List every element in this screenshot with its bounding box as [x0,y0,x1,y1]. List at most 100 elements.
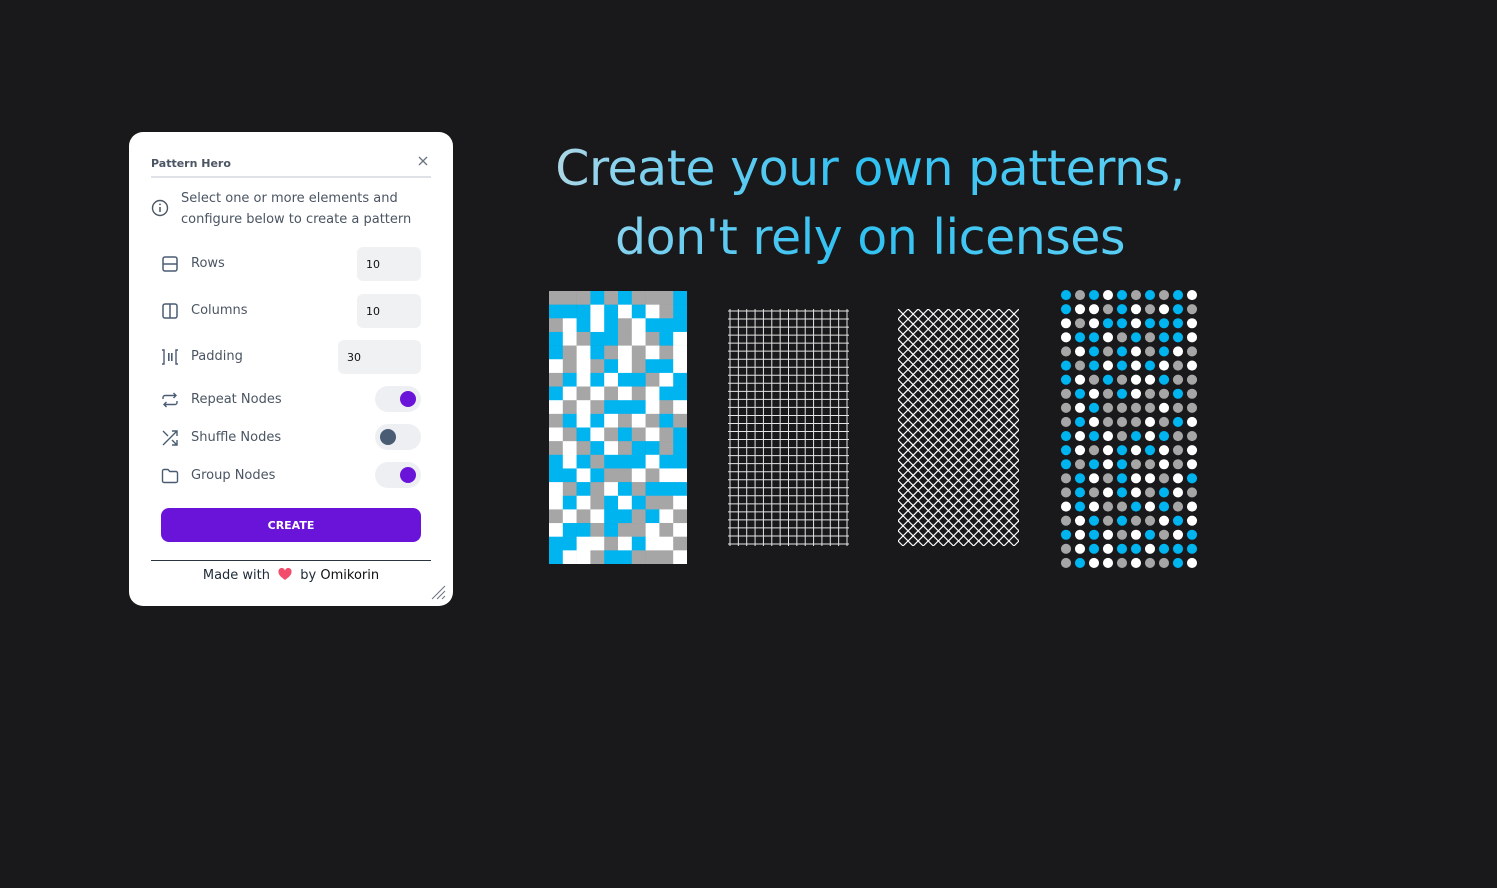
shuffle-nodes-toggle[interactable] [375,424,421,450]
square-cell [631,495,646,510]
square-cell [590,536,605,551]
dot [1116,445,1128,456]
dot [1144,473,1156,484]
square-cell [618,304,633,319]
square-cell [631,454,646,469]
square-cell [645,359,660,374]
panel-title: Pattern Hero [151,157,231,170]
info-row: Select one or more elements and configur… [151,188,441,232]
dot [1144,304,1156,315]
dot [1172,402,1184,413]
dot [1102,557,1114,568]
square-cell [618,359,633,374]
dot [1074,487,1086,498]
dot [1074,543,1086,554]
columns-icon [162,303,178,319]
dot [1158,318,1170,329]
dot [1144,346,1156,357]
squares-pattern [549,291,687,564]
dot [1060,501,1072,512]
dot [1130,501,1142,512]
resize-handle-icon[interactable] [430,584,446,600]
square-cell [604,454,619,469]
create-button[interactable]: CREATE [161,508,421,542]
square-cell [562,468,577,483]
square-cell [562,454,577,469]
repeat-nodes-toggle[interactable] [375,386,421,412]
dot [1144,290,1156,301]
rows-input[interactable] [357,247,421,281]
square-cell [576,441,591,456]
shuffle-nodes-label: Shuffle Nodes [191,430,282,445]
square-cell [673,372,687,387]
columns-label: Columns [191,303,248,318]
dot [1088,515,1100,526]
dot [1088,431,1100,442]
square-cell [618,495,633,510]
hero-heading: Create your own patterns, don't rely on … [480,134,1260,272]
square-cell [673,509,687,524]
group-nodes-toggle[interactable] [375,462,421,488]
square-cell [549,331,564,346]
square-cell [618,318,633,333]
square-cell [576,550,591,564]
panel-header: Pattern Hero [151,156,431,178]
square-cell [604,400,619,415]
dot [1116,501,1128,512]
dot [1158,445,1170,456]
square-cell [659,400,674,415]
dot [1116,515,1128,526]
dot [1130,543,1142,554]
dot [1116,332,1128,343]
dot [1158,360,1170,371]
square-cell [618,482,633,497]
dot [1088,501,1100,512]
square-cell [576,345,591,360]
columns-option: Columns [161,294,421,328]
dot [1116,557,1128,568]
square-cell [576,468,591,483]
square-cell [604,536,619,551]
square-cell [562,523,577,537]
square-cell [549,386,564,401]
square-cell [549,345,564,360]
rows-icon [162,256,178,272]
square-cell [549,304,564,319]
rows-option: Rows [161,247,421,281]
square-cell [659,482,674,497]
square-cell [590,482,605,497]
square-cell [562,441,577,456]
square-cell [618,331,633,346]
square-cell [562,372,577,387]
dot [1172,473,1184,484]
dot [1130,515,1142,526]
dot [1102,374,1114,385]
dot [1172,332,1184,343]
dot [1186,388,1198,399]
square-cell [618,454,633,469]
dot [1116,304,1128,315]
close-icon[interactable] [417,155,429,167]
dot [1060,416,1072,427]
square-cell [631,304,646,319]
dot [1186,360,1198,371]
square-cell [673,441,687,456]
dot [1130,473,1142,484]
by-text: by [300,568,317,583]
dot [1158,388,1170,399]
dot [1158,416,1170,427]
dot [1158,473,1170,484]
square-cell [549,523,564,537]
dot [1060,374,1072,385]
dot [1060,473,1072,484]
dot [1186,332,1198,343]
repeat-nodes-label: Repeat Nodes [191,392,282,407]
repeat-icon [162,392,178,408]
square-cell [618,550,633,564]
diamond-lattice-pattern [898,309,1019,546]
dot [1130,402,1142,413]
square-cell [549,495,564,510]
columns-input[interactable] [357,294,421,328]
padding-input[interactable] [338,340,421,374]
dot [1102,402,1114,413]
